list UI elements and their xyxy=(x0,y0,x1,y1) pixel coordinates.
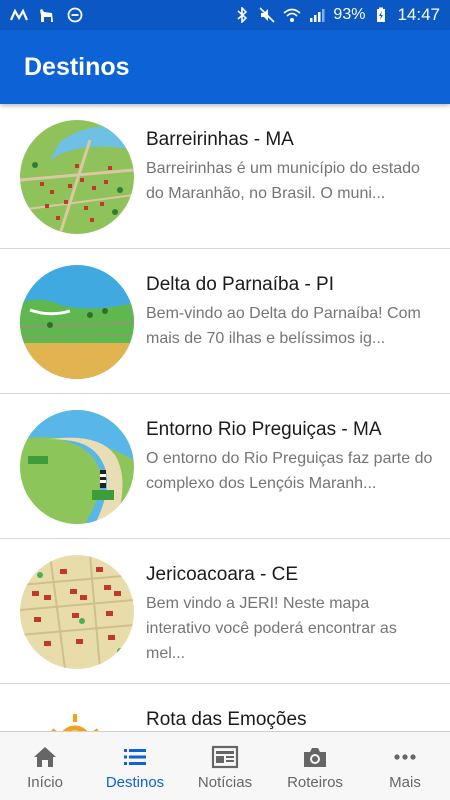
list-item-rota-emocoes[interactable]: Rota das Emoções xyxy=(0,684,450,731)
item-title: Delta do Parnaíba - PI xyxy=(146,274,334,295)
nav-inicio[interactable]: Início xyxy=(0,732,90,800)
nav-mais[interactable]: Mais xyxy=(360,732,450,800)
rio-preguicas-map-thumbnail xyxy=(20,410,134,524)
notification-m-icon xyxy=(10,7,28,23)
nav-label: Início xyxy=(27,774,63,791)
battery-percent: 93% xyxy=(333,6,366,23)
list-icon xyxy=(124,749,146,765)
clock: 14:47 xyxy=(397,5,440,24)
item-description: Bem vindo a JERI! Neste mapa interativo … xyxy=(146,595,397,662)
item-description: Bem-vindo ao Delta do Parnaíba! Com mais… xyxy=(146,305,421,347)
nav-label: Destinos xyxy=(105,774,165,791)
list-item-delta-parnaiba[interactable]: Delta do Parnaíba - PI Bem-vindo ao Delt… xyxy=(0,249,450,394)
bluetooth-icon xyxy=(233,7,251,23)
item-description: O entorno do Rio Preguiças faz parte do … xyxy=(146,450,433,492)
item-title: Entorno Rio Preguiças - MA xyxy=(146,419,382,440)
page-title: Destinos xyxy=(24,52,130,81)
more-icon xyxy=(394,754,416,760)
nav-label: Roteiros xyxy=(287,774,343,791)
list-item-rio-preguicas[interactable]: Entorno Rio Preguiças - MA O entorno do … xyxy=(0,394,450,539)
item-title: Rota das Emoções xyxy=(146,709,307,730)
destinations-list[interactable]: Barreirinhas - MA Barreirinhas é um muni… xyxy=(0,104,450,731)
barreirinhas-map-thumbnail xyxy=(20,120,134,234)
nav-destinos[interactable]: Destinos xyxy=(90,732,180,800)
llama-icon xyxy=(38,7,56,23)
wifi-icon xyxy=(283,7,301,23)
blocked-icon xyxy=(66,7,84,23)
mute-icon xyxy=(258,7,276,23)
list-item-jericoacoara[interactable]: Jericoacoara - CE Bem vindo a JERI! Nest… xyxy=(0,539,450,684)
rota-emocoes-thumbnail xyxy=(20,700,134,731)
battery-charging-icon xyxy=(372,7,390,23)
item-description: Barreirinhas é um município do estado do… xyxy=(146,160,420,202)
item-title: Barreirinhas - MA xyxy=(146,129,294,150)
status-bar: 93% 14:47 xyxy=(0,0,450,30)
item-title: Jericoacoara - CE xyxy=(146,564,299,585)
home-icon xyxy=(34,747,56,767)
nav-roteiros[interactable]: Roteiros xyxy=(270,732,360,800)
signal-icon xyxy=(308,7,326,23)
camera-icon xyxy=(304,748,326,767)
nav-noticias[interactable]: Notícias xyxy=(180,732,270,800)
jericoacoara-map-thumbnail xyxy=(20,555,134,669)
newspaper-icon xyxy=(211,745,239,769)
nav-label: Mais xyxy=(389,774,421,791)
list-item-barreirinhas[interactable]: Barreirinhas - MA Barreirinhas é um muni… xyxy=(0,104,450,249)
app-bar: Destinos xyxy=(0,30,450,104)
nav-label: Notícias xyxy=(197,774,253,791)
delta-parnaiba-map-thumbnail xyxy=(20,265,134,379)
bottom-navigation: Início Destinos Notícias Roteiros Mais xyxy=(0,731,450,800)
